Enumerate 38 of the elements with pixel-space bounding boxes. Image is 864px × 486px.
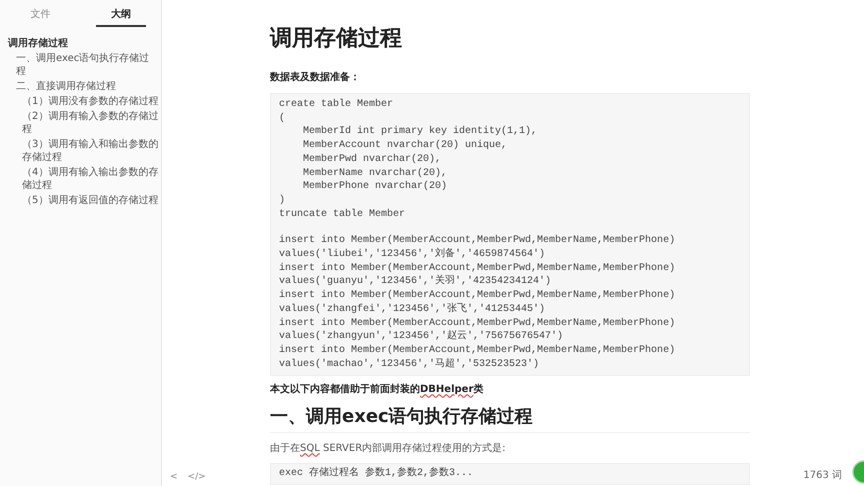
code-line: insert into Member(MemberAccount,MemberPwd,MemberName,MemberPhone) — [279, 262, 676, 274]
outline-item[interactable]: （1）调用没有参数的存储过程 — [8, 95, 159, 108]
word-count: 1763 词 — [803, 469, 842, 482]
sidebar-tab[interactable]: 大纲 — [96, 7, 146, 27]
code-line: values('guanyu','123456','关羽','42354234124') — [279, 275, 552, 290]
code-line: create table Member — [279, 98, 394, 112]
subheading: 数据表及数据准备： — [270, 70, 361, 84]
outline-item[interactable]: （2）调用有输入参数的存储过程 — [8, 110, 159, 136]
code-line: values('zhangyun','123456','赵云','75675676547') — [279, 330, 564, 344]
paragraph-text: 由于在SQL SERVER内部调用存储过程使用的方式是: — [270, 442, 507, 456]
outline-item[interactable]: 二、直接调用存储过程 — [8, 80, 159, 93]
outline-item[interactable]: 一、调用exec语句执行存储过程 — [8, 52, 159, 78]
code-line: ) — [279, 194, 286, 208]
code-line: MemberName nvarchar(20), — [302, 166, 448, 180]
code-line: exec 存储过程名 参数1,参数2,参数3... — [279, 467, 474, 482]
code-line: truncate table Member — [279, 208, 406, 222]
code-line: values('machao','123456','马超','532523523') — [279, 358, 540, 372]
code-line: MemberPwd nvarchar(20), — [302, 152, 442, 167]
note-text: 本文以下内容都借助于前面封装的DBHelper类 — [270, 382, 484, 396]
document-title: 调用存储过程 — [270, 25, 403, 53]
floating-widget-icon[interactable] — [852, 460, 864, 484]
outline-item[interactable]: （5）调用有返回值的存储过程 — [8, 194, 159, 207]
section-heading: 一、调用exec语句执行存储过程 — [270, 404, 750, 434]
code-line: insert into Member(MemberAccount,MemberPwd,MemberName,MemberPhone) — [279, 234, 676, 248]
code-line: ( — [279, 112, 286, 126]
outline-item[interactable]: （4）调用有输入输出参数的存储过程 — [8, 166, 159, 192]
code-line: insert into Member(MemberAccount,MemberPwd,MemberName,MemberPhone) — [279, 344, 676, 358]
source-code-button[interactable]: </> — [186, 472, 208, 482]
code-line: MemberAccount nvarchar(20) unique, — [302, 139, 508, 153]
code-line: MemberId int primary key identity(1,1), — [302, 125, 538, 140]
code-line: values('zhangfei','123456','张飞','41253445') — [279, 302, 546, 317]
code-line: insert into Member(MemberAccount,MemberPwd,MemberName,MemberPhone) — [279, 316, 676, 330]
back-button[interactable]: < — [168, 472, 180, 482]
code-line: insert into Member(MemberAccount,MemberPwd,MemberName,MemberPhone) — [279, 289, 676, 302]
outline-item[interactable]: 调用存储过程 — [8, 37, 159, 50]
code-line: values('liubei','123456','刘备','4659874564') — [279, 248, 546, 262]
code-line: MemberPhone nvarchar(20) — [302, 180, 448, 194]
outline-item[interactable]: （3）调用有输入和输出参数的存储过程 — [8, 138, 159, 164]
